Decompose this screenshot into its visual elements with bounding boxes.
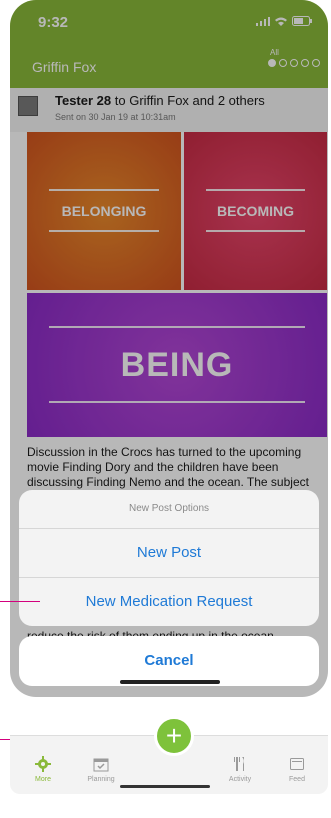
action-sheet-title: New Post Options (19, 490, 319, 529)
tab-more[interactable]: More (18, 756, 68, 783)
action-sheet: New Post Options New Post New Medication… (19, 490, 319, 626)
tab-planning-label: Planning (87, 776, 115, 783)
home-indicator (120, 785, 210, 788)
home-indicator (120, 680, 220, 684)
annotation-pointer-line (0, 601, 40, 602)
feed-icon (290, 758, 304, 770)
phone-screen: 9:32 Griffin Fox All Tester 28 to Griffi… (10, 0, 328, 697)
new-post-button[interactable]: New Post (19, 529, 319, 578)
new-medication-request-button[interactable]: New Medication Request (19, 578, 319, 626)
tab-activity-label: Activity (228, 776, 252, 783)
tab-feed-label: Feed (289, 776, 305, 783)
tab-more-label: More (35, 776, 51, 783)
add-post-button[interactable]: + (154, 716, 194, 756)
plus-icon: + (165, 720, 183, 751)
cancel-button[interactable]: Cancel (19, 636, 319, 686)
tab-activity[interactable]: Activity (215, 756, 265, 783)
tab-planning[interactable]: Planning (76, 756, 126, 783)
utensils-icon (234, 757, 244, 771)
gear-icon (35, 756, 51, 772)
calendar-icon (93, 758, 109, 772)
tab-feed[interactable]: Feed (272, 756, 322, 783)
